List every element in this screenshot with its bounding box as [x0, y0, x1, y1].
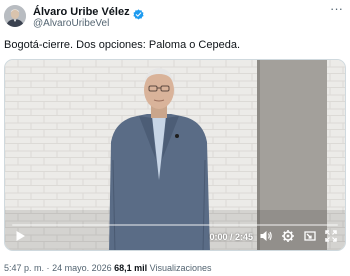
- meta-separator: ·: [46, 263, 50, 273]
- fullscreen-icon[interactable]: [324, 229, 338, 243]
- views-label: Visualizaciones: [149, 263, 212, 273]
- video-time: 0:00 / 2:45: [209, 232, 253, 242]
- post-date[interactable]: 24 mayo. 2026: [52, 263, 112, 273]
- video-player[interactable]: 0:00 / 2:45: [4, 59, 346, 251]
- post-text: Bogotá-cierre. Dos opciones: Paloma o Ce…: [4, 39, 241, 51]
- play-icon[interactable]: [13, 229, 27, 243]
- more-horizontal-icon[interactable]: ···: [330, 2, 343, 15]
- video-controls: 0:00 / 2:45: [5, 222, 345, 250]
- author-name[interactable]: Álvaro Uribe Vélez: [33, 6, 130, 18]
- verified-badge-icon: [132, 7, 144, 19]
- post-time[interactable]: 5:47 p. m.: [4, 263, 44, 273]
- author-name-row: Álvaro Uribe Vélez: [33, 6, 144, 19]
- gear-icon[interactable]: [281, 229, 295, 243]
- picture-in-picture-icon[interactable]: [303, 229, 317, 243]
- views-count: 68,1 mil: [114, 263, 148, 273]
- volume-icon[interactable]: [259, 229, 273, 243]
- author-handle[interactable]: @AlvaroUribeVel: [33, 18, 109, 30]
- video-progress-bar[interactable]: [12, 224, 338, 226]
- post-header: Álvaro Uribe Vélez @AlvaroUribeVel ···: [0, 0, 350, 34]
- avatar[interactable]: [4, 5, 26, 27]
- post-metadata: 5:47 p. m. · 24 mayo. 2026 68,1 mil Visu…: [4, 262, 212, 274]
